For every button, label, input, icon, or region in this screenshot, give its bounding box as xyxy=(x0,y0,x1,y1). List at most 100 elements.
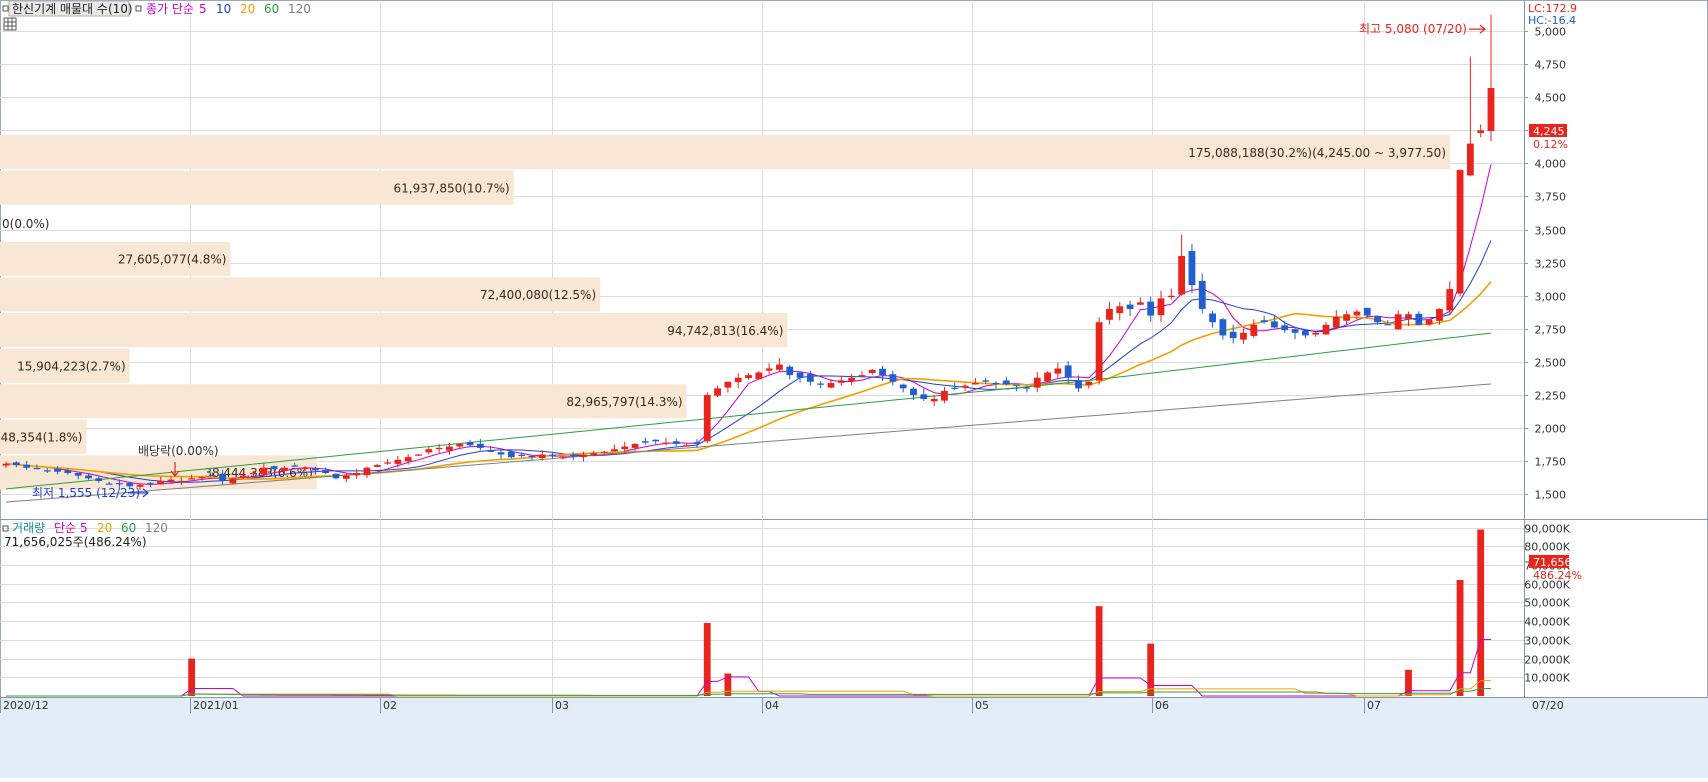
candle-body xyxy=(993,383,1000,384)
high-annotation: 최고 5,080 (07/20) xyxy=(1359,22,1467,36)
volume-legend-item[interactable]: 거래량 xyxy=(12,521,45,535)
volume-legend-item[interactable]: 60 xyxy=(121,521,136,535)
candle-body xyxy=(23,465,30,468)
candle-body xyxy=(910,389,917,395)
candle-body xyxy=(1436,309,1443,321)
candle-body xyxy=(590,453,597,455)
candle-body xyxy=(539,454,546,458)
candle-body xyxy=(1405,314,1412,319)
price-tick-label: 4,000 xyxy=(1535,158,1567,171)
candle-body xyxy=(1085,382,1092,385)
volume-legend-item[interactable]: 120 xyxy=(145,521,168,535)
time-tick-label: 06 xyxy=(1155,699,1169,712)
candle-body xyxy=(962,386,969,388)
price-tick-label: 1,500 xyxy=(1535,489,1567,502)
candle-body xyxy=(776,365,783,370)
candle-body xyxy=(34,468,41,469)
price-tick-label: 3,500 xyxy=(1535,225,1567,238)
candle-body xyxy=(425,449,432,452)
time-tick-label: 02 xyxy=(383,699,397,712)
candle-body xyxy=(1065,365,1072,377)
candle-body xyxy=(394,460,401,464)
price-tick-label: 2,750 xyxy=(1535,324,1567,337)
indicator-name[interactable]: 한신기계 매물대 수(10) xyxy=(12,2,133,16)
price-tick-label: 1,750 xyxy=(1535,456,1567,469)
legend-item[interactable]: 120 xyxy=(288,2,311,16)
candle-body xyxy=(1034,378,1041,388)
candle-body xyxy=(333,474,340,479)
last-price-value: 4,245 xyxy=(1533,125,1565,138)
candle-body xyxy=(1250,325,1257,336)
candle-body xyxy=(663,443,670,444)
candle-body xyxy=(1395,314,1402,329)
candle-body xyxy=(1013,385,1020,386)
candle-body xyxy=(95,478,102,481)
candle-body xyxy=(1261,320,1268,322)
profile-label: 175,088,188(30.2%)(4,245.00 ~ 3,977.50) xyxy=(1188,146,1446,160)
candle-body xyxy=(405,457,412,461)
candle-body xyxy=(1024,387,1031,388)
candle-body xyxy=(1199,281,1206,309)
candle-body xyxy=(147,483,154,484)
candle-body xyxy=(199,477,206,478)
candle-body xyxy=(1003,380,1010,384)
candle-body xyxy=(529,456,536,457)
legend-item[interactable]: 10 xyxy=(216,2,231,16)
candle-body xyxy=(260,468,267,475)
candle-body xyxy=(642,441,649,442)
candle-body xyxy=(652,440,659,442)
price-tick-label: 2,500 xyxy=(1535,357,1567,370)
legend-item[interactable]: 20 xyxy=(240,2,255,16)
candle-body xyxy=(250,473,257,474)
candle-body xyxy=(13,462,20,465)
candle-body xyxy=(1292,329,1299,333)
candlestick-chart[interactable]: 175,088,188(30.2%)(4,245.00 ~ 3,977.50) 6… xyxy=(0,0,1708,778)
candle-body xyxy=(611,449,618,451)
low-annotation: 최저 1,555 (12/23) xyxy=(32,486,140,500)
candle-body xyxy=(704,395,711,441)
volume-legend-item[interactable]: 단순 xyxy=(54,521,76,535)
candle-body xyxy=(745,375,752,378)
candle-body xyxy=(714,388,721,395)
candle-body xyxy=(498,452,505,454)
profile-label: 94,742,813(16.4%) xyxy=(667,324,783,338)
last-price-change: 0.12% xyxy=(1533,138,1568,151)
candle-body xyxy=(116,483,123,484)
legend-item[interactable]: 종가 단순 xyxy=(146,2,194,16)
candle-body xyxy=(3,464,10,466)
time-tick-label: 04 xyxy=(765,699,779,712)
candle-body xyxy=(838,380,845,382)
candle-body xyxy=(601,452,608,453)
candle-body xyxy=(54,469,61,472)
profile-label: 72,400,080(12.5%) xyxy=(480,288,596,302)
candle-body xyxy=(75,473,82,476)
candle-body xyxy=(271,466,278,469)
table-icon[interactable] xyxy=(4,18,16,30)
candle-body xyxy=(570,455,577,456)
profile-label: 15,904,223(2.7%) xyxy=(17,359,126,373)
candle-body xyxy=(487,450,494,451)
legend-item[interactable]: 5 xyxy=(199,2,207,16)
candle-body xyxy=(982,380,989,381)
candle-body xyxy=(848,378,855,382)
candle-body xyxy=(828,383,835,388)
volume-legend-item[interactable]: 20 xyxy=(97,521,112,535)
candle-body xyxy=(889,374,896,382)
candle-body xyxy=(1323,325,1330,335)
candle-body xyxy=(1354,312,1361,316)
candle-body xyxy=(353,473,360,475)
candle-body xyxy=(972,383,979,384)
candle-body xyxy=(879,369,886,375)
volume-legend-item[interactable]: 5 xyxy=(80,521,88,535)
last-volume-value: 71,656K xyxy=(1533,556,1579,569)
candle-body xyxy=(157,481,164,484)
candle-body xyxy=(1488,88,1495,131)
candle-body xyxy=(673,441,680,444)
candle-body xyxy=(817,384,824,385)
legend-item[interactable]: 60 xyxy=(264,2,279,16)
candle-body xyxy=(1209,313,1216,322)
candle-body xyxy=(374,465,381,467)
candle-body xyxy=(168,480,175,482)
candle-body xyxy=(456,444,463,447)
candle-body xyxy=(291,465,298,466)
